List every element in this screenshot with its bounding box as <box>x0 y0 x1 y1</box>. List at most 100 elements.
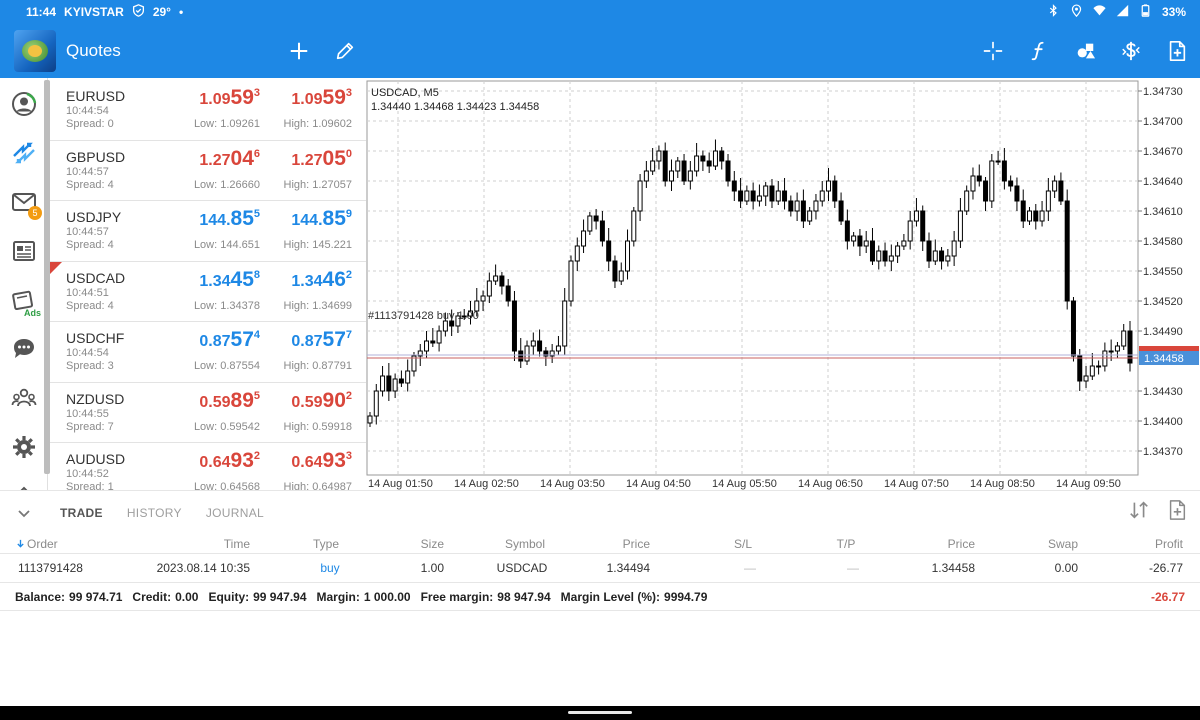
page-title: Quotes <box>66 41 121 60</box>
crosshair-button[interactable] <box>970 24 1016 78</box>
x-tick-label: 14 Aug 04:50 <box>626 478 691 490</box>
document-plus-icon <box>1169 500 1186 520</box>
quote-low: Low: 144.651 <box>193 239 260 251</box>
quote-low: Low: 1.09261 <box>193 118 260 130</box>
objects-button[interactable] <box>1062 24 1108 78</box>
quote-bid[interactable]: 1.34 45 8 <box>199 268 260 292</box>
x-tick-label: 14 Aug 05:50 <box>712 478 777 490</box>
crosshair-icon <box>983 41 1003 61</box>
quote-spread: Spread: 0 <box>66 118 114 130</box>
quote-row-usdjpy[interactable]: USDJPY 10:44:57 Spread: 4 144. 85 5 144. 85 9 Low… <box>50 201 366 262</box>
col-order[interactable]: Order <box>16 534 58 553</box>
equity-label: Equity: <box>208 589 250 604</box>
add-symbol-button[interactable] <box>276 24 322 78</box>
collapse-toolbox-button[interactable] <box>0 491 48 535</box>
margin-value: 1 000.00 <box>363 589 411 604</box>
quote-ask[interactable]: 1.34 46 2 <box>291 268 352 292</box>
status-dot: • <box>178 5 184 19</box>
signal-icon <box>1116 4 1129 20</box>
col-type[interactable]: Type <box>290 534 362 553</box>
nav-news[interactable] <box>0 231 47 271</box>
col-sl[interactable]: S/L <box>715 534 771 553</box>
quote-time: 10:44:54 <box>66 347 109 359</box>
quote-ask[interactable]: 1.27 05 0 <box>291 147 352 171</box>
edit-button[interactable] <box>322 24 368 78</box>
col-swap[interactable]: Swap <box>1010 534 1078 553</box>
quote-row-audusd[interactable]: AUDUSD 10:44:52 Spread: 1 0.64 93 2 0.64 93 3 Low… <box>50 443 366 490</box>
home-gesture-pill[interactable] <box>568 711 632 714</box>
row-price: 1.34494 <box>606 561 650 575</box>
y-tick-label: 1.34430 <box>1143 386 1183 398</box>
chevron-down-icon <box>18 509 30 517</box>
quote-ask[interactable]: 0.87 57 7 <box>291 328 352 352</box>
document-plus-icon <box>1169 41 1186 61</box>
quote-row-nzdusd[interactable]: NZDUSD 10:44:55 Spread: 7 0.59 89 5 0.59 90 2 Low… <box>50 383 366 443</box>
quote-row-eurusd[interactable]: EURUSD 10:44:54 Spread: 0 1.09 59 3 1.09 59 3 Low… <box>50 80 366 141</box>
nav-chat[interactable] <box>0 329 47 369</box>
sort-arrows-icon <box>1130 501 1148 519</box>
ads-label: Ads <box>24 308 42 318</box>
quote-bid[interactable]: 1.27 04 6 <box>199 147 260 171</box>
candle <box>1064 189 1070 310</box>
trade-arrows-icon <box>13 142 35 164</box>
candle <box>1070 297 1076 362</box>
col-size[interactable]: Size <box>380 534 444 553</box>
quote-ask[interactable]: 0.64 93 3 <box>291 449 352 473</box>
tab-history[interactable]: HISTORY <box>115 506 194 520</box>
row-time: 2023.08.14 10:35 <box>156 561 250 575</box>
new-order-button[interactable] <box>1154 24 1200 78</box>
col-current-price[interactable]: Price <box>905 534 975 553</box>
nav-ads[interactable]: Ads <box>0 280 47 320</box>
nav-mailbox[interactable]: 5 <box>0 182 47 222</box>
quote-bid[interactable]: 0.59 89 5 <box>199 389 260 413</box>
quote-ask[interactable]: 1.09 59 3 <box>291 86 352 110</box>
quote-row-gbpusd[interactable]: GBPUSD 10:44:57 Spread: 4 1.27 04 6 1.27 05 0 Low… <box>50 141 366 201</box>
bid-price-tag-label: 1.34458 <box>1144 353 1184 365</box>
symbol-button[interactable] <box>1108 24 1154 78</box>
system-navigation-bar <box>0 706 1200 720</box>
sort-button[interactable] <box>1128 499 1150 526</box>
nav-account[interactable] <box>0 84 47 124</box>
y-tick-label: 1.34550 <box>1143 266 1183 278</box>
col-time[interactable]: Time <box>150 534 250 553</box>
row-swap: 0.00 <box>1054 561 1078 575</box>
nav-more[interactable] <box>0 476 47 490</box>
location-icon <box>1070 4 1083 20</box>
tab-trade[interactable]: TRADE <box>48 506 115 520</box>
quote-low: Low: 1.34378 <box>193 299 260 312</box>
indicators-button[interactable] <box>1016 24 1062 78</box>
quote-spread: Spread: 1 <box>66 481 114 490</box>
row-size: 1.00 <box>420 561 444 575</box>
row-symbol: USDCAD <box>496 561 548 575</box>
quote-ask[interactable]: 0.59 90 2 <box>291 389 352 413</box>
nav-community[interactable] <box>0 378 47 418</box>
quote-row-usdchf[interactable]: USDCHF 10:44:54 Spread: 3 0.87 57 4 0.87 57 7 Low… <box>50 322 366 383</box>
col-price[interactable]: Price <box>580 534 650 553</box>
nav-settings[interactable] <box>0 427 47 467</box>
col-symbol[interactable]: Symbol <box>480 534 570 553</box>
x-tick-label: 14 Aug 06:50 <box>798 478 863 490</box>
margin-label: Margin: <box>316 589 360 604</box>
chart-canvas[interactable]: 1.34730 1.34700 1.34670 1.34640 1.34610 1.345… <box>366 80 1200 490</box>
quote-symbol: USDJPY <box>66 209 122 225</box>
x-tick-label: 14 Aug 03:50 <box>540 478 605 490</box>
app-root: 11:44 KYIVSTAR 29° • 33% Quotes 5 Ads EU… <box>0 0 1200 720</box>
quote-bid[interactable]: 1.09 59 3 <box>199 86 260 110</box>
col-profit[interactable]: Profit <box>1110 534 1183 553</box>
nav-trade[interactable] <box>0 133 47 173</box>
total-profit: -26.77 <box>1150 590 1185 604</box>
quote-bid[interactable]: 0.87 57 4 <box>199 328 260 352</box>
quote-spread: Spread: 4 <box>66 239 114 251</box>
app-logo <box>14 30 56 72</box>
quote-row-usdcad[interactable]: USDCAD 10:44:51 Spread: 4 1.34 45 8 1.34 46 2 Low… <box>50 261 366 322</box>
dollar-arrows-icon <box>1122 41 1140 61</box>
quote-ask[interactable]: 144. 85 9 <box>291 207 352 231</box>
quote-bid[interactable]: 0.64 93 2 <box>199 449 260 473</box>
col-tp[interactable]: T/P <box>818 534 874 553</box>
new-order-small-button[interactable] <box>1166 499 1188 526</box>
tab-journal[interactable]: JOURNAL <box>194 506 276 520</box>
price-chart[interactable]: 1.34730 1.34700 1.34670 1.34640 1.34610 1.345… <box>366 80 1200 490</box>
table-row[interactable]: 1113791428 2023.08.14 10:35 buy 1.00 USD… <box>0 554 1200 583</box>
y-tick-label: 1.34520 <box>1143 296 1183 308</box>
quote-bid[interactable]: 144. 85 5 <box>199 207 260 231</box>
